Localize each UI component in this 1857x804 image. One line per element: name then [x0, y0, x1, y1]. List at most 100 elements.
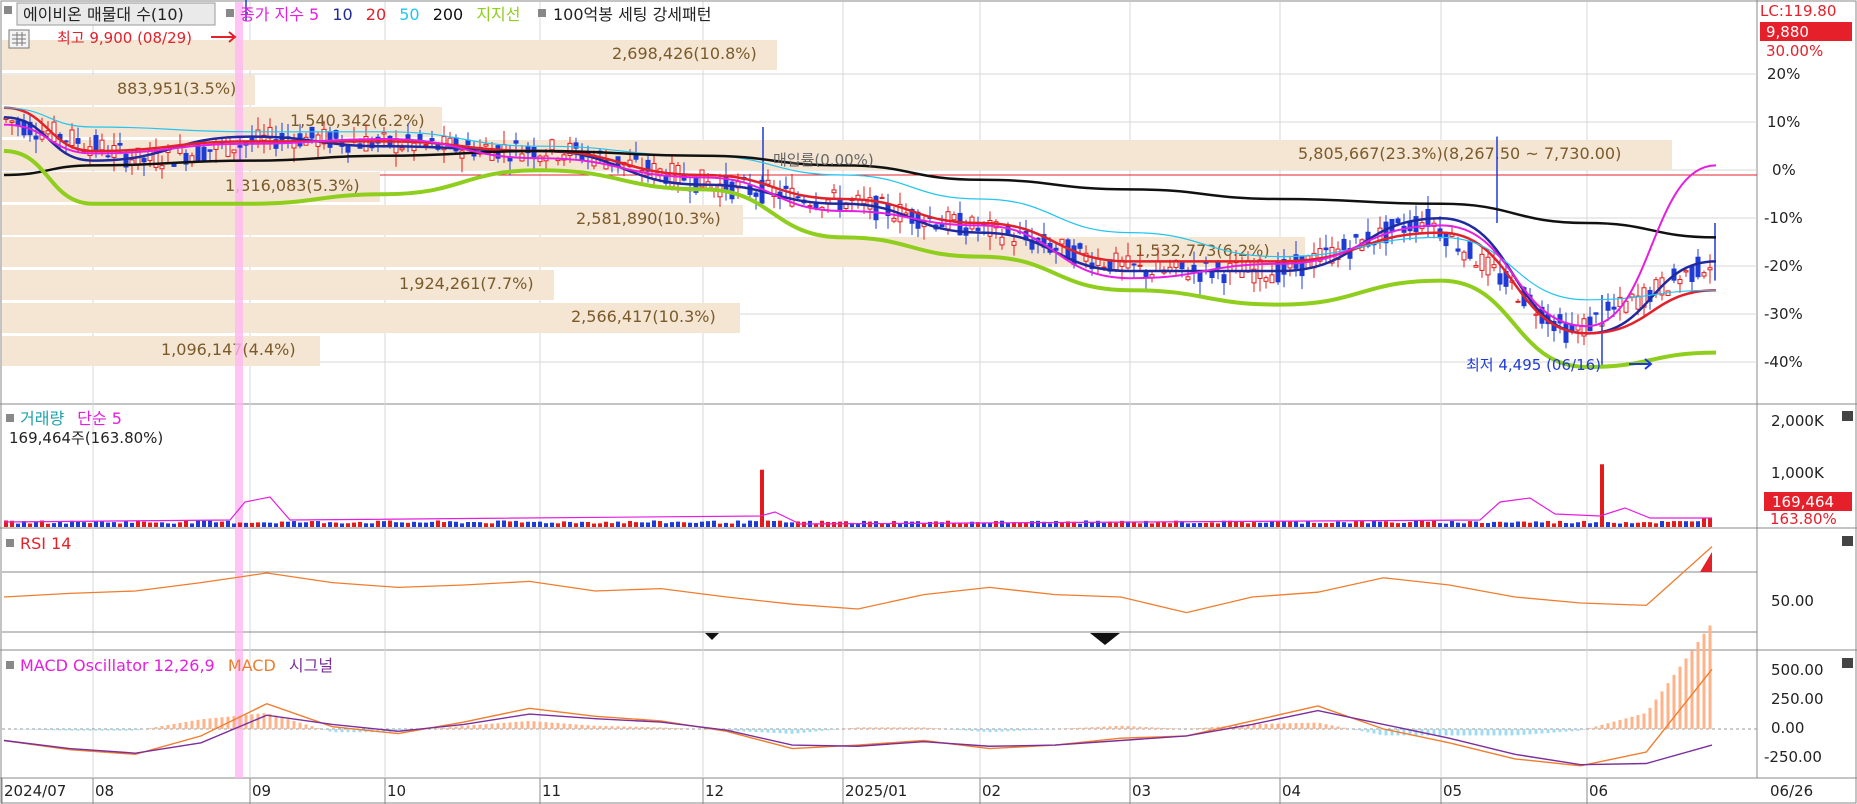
volume-bar	[742, 523, 746, 527]
volume-bar	[1564, 522, 1568, 527]
macd-osc-bar	[1090, 727, 1094, 729]
macd-osc-bar	[1192, 728, 1196, 729]
macd-osc-bar	[172, 723, 176, 729]
volume-bar	[484, 523, 488, 527]
macd-osc-bar	[1372, 729, 1376, 734]
stock-chart[interactable]: 2,698,426(10.8%)883,951(3.5%)1,540,342(6…	[0, 0, 1857, 804]
macd-osc-bar	[1570, 729, 1574, 732]
volume-bar	[1642, 522, 1646, 527]
macd-osc-bar	[808, 729, 812, 733]
macd-osc-bar	[1522, 729, 1526, 735]
candle-body	[237, 145, 243, 148]
volume-bar	[460, 523, 464, 527]
candle-body	[1353, 234, 1359, 238]
volume-bar	[1630, 523, 1634, 527]
macd-close-icon[interactable]	[1842, 658, 1853, 668]
macd-osc-bar	[1210, 727, 1214, 729]
volume-bar	[472, 521, 476, 527]
volume-bar	[1612, 522, 1616, 527]
volume-bar	[1294, 520, 1298, 527]
candle-body	[1341, 238, 1347, 251]
macd-osc-bar	[586, 725, 590, 729]
macd-osc-bar	[1690, 650, 1694, 729]
macd-osc-bar	[1606, 723, 1610, 729]
macd-osc-bar	[88, 729, 92, 731]
volume-bar	[1480, 523, 1484, 527]
volume-close-icon[interactable]	[1842, 411, 1853, 421]
rsi-title: RSI 14	[20, 534, 71, 553]
macd-osc-bar	[754, 729, 758, 733]
volume-bar	[1192, 523, 1196, 527]
x-axis-label: 11	[542, 782, 561, 800]
rsi-oversold-fill	[705, 633, 719, 640]
volume-bar	[292, 521, 296, 527]
macd-osc-bar	[664, 727, 668, 729]
volume-bar	[586, 522, 590, 527]
volume-bar	[238, 522, 242, 527]
macd-osc-bar	[460, 725, 464, 729]
grid-toggle-icon[interactable]	[8, 29, 30, 49]
volume-bar	[1432, 520, 1436, 527]
macd-osc-bar	[1630, 716, 1634, 729]
macd-osc-bar	[628, 726, 632, 729]
legend-support: 지지선	[476, 5, 520, 24]
macd-osc-bar	[760, 729, 764, 733]
macd-osc-bar	[634, 726, 638, 729]
volume-bar	[628, 520, 632, 527]
volume-bar	[490, 523, 494, 527]
volume-bar	[1438, 523, 1442, 527]
macd-osc-bar	[874, 727, 878, 729]
macd-osc-bar	[1144, 727, 1148, 729]
volume-bar	[910, 521, 914, 527]
macd-osc-bar	[1108, 726, 1112, 729]
volume-bar	[436, 520, 440, 527]
volume-profile-label: 1,096,147(4.4%)	[161, 340, 296, 359]
rsi-close-icon[interactable]	[1842, 536, 1853, 546]
macd-osc-bar	[1330, 725, 1334, 729]
volume-bar	[1402, 522, 1406, 527]
macd-osc-bar	[1012, 729, 1016, 732]
macd-osc-bar	[76, 729, 80, 731]
candle-body	[549, 139, 555, 151]
candle-body	[1605, 301, 1611, 311]
macd-osc-bar	[640, 726, 644, 729]
candle-body	[1593, 312, 1599, 315]
volume-bar	[478, 522, 482, 527]
macd-osc-bar	[94, 729, 98, 731]
volume-bar	[1474, 521, 1478, 527]
volume-bar	[1492, 521, 1496, 527]
volume-bar	[706, 521, 710, 527]
volume-bar	[208, 520, 212, 527]
macd-osc-bar	[820, 729, 824, 731]
macd-osc-bar	[190, 720, 194, 729]
macd-osc-bar	[1438, 729, 1442, 736]
candle-body	[1485, 256, 1491, 276]
volume-bar	[700, 521, 704, 527]
volume-bar	[616, 521, 620, 527]
volume-bar	[1690, 521, 1694, 527]
axis-label-20: 20%	[1767, 65, 1800, 83]
macd-osc-bar	[310, 726, 314, 729]
candle-body	[1695, 256, 1701, 278]
volume-bar	[610, 523, 614, 527]
volume-bar	[784, 522, 788, 527]
volume-bar	[1504, 522, 1508, 527]
macd-osc-bar	[1312, 722, 1316, 729]
macd-osc-bar	[868, 727, 872, 729]
volume-bar	[568, 521, 572, 527]
macd-osc-bar	[742, 729, 746, 732]
volume-bar	[1546, 521, 1550, 527]
volume-bar	[424, 522, 428, 527]
volume-bar	[1342, 522, 1346, 527]
macd-osc-bar	[280, 717, 284, 729]
volume-bar	[922, 523, 926, 527]
macd-osc-bar	[1546, 729, 1550, 734]
axis-label-m10: -10%	[1764, 209, 1803, 227]
volume-bar	[430, 521, 434, 527]
candle-body	[879, 196, 885, 199]
volume-bar	[958, 523, 962, 527]
macd-osc-bar	[604, 726, 608, 729]
volume-bar	[1138, 523, 1142, 527]
candle-body	[1131, 263, 1137, 266]
candle-body	[201, 146, 207, 161]
